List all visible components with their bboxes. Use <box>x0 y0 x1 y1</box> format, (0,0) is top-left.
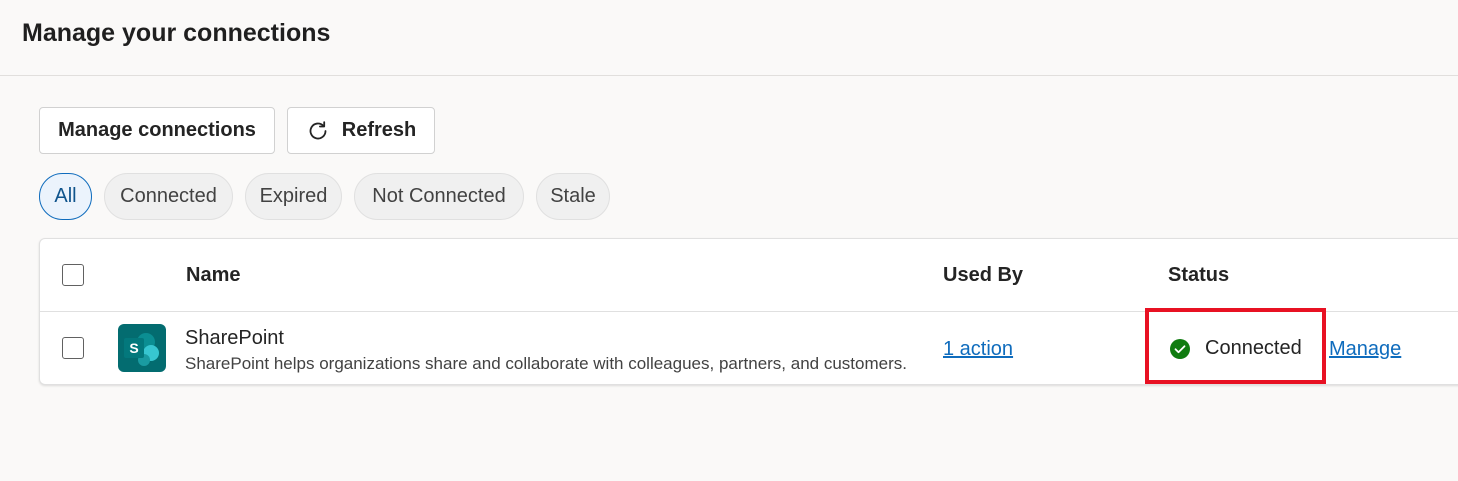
page-header: Manage your connections <box>0 0 1458 76</box>
filter-stale-label: Stale <box>550 185 596 207</box>
page-title: Manage your connections <box>22 19 331 47</box>
manage-connections-label: Manage connections <box>58 119 256 141</box>
filter-connected-label: Connected <box>120 185 217 207</box>
refresh-button[interactable]: Refresh <box>287 107 435 154</box>
table-header-row: Name Used By Status <box>40 239 1458 312</box>
filter-all-label: All <box>54 185 77 207</box>
refresh-label: Refresh <box>341 119 417 141</box>
column-header-used-by[interactable]: Used By <box>943 264 1023 287</box>
connection-name: SharePoint <box>185 327 284 349</box>
filter-stale[interactable]: Stale <box>536 173 610 220</box>
manage-link[interactable]: Manage <box>1329 338 1401 361</box>
column-header-name[interactable]: Name <box>186 264 240 287</box>
svg-text:S: S <box>129 340 138 356</box>
row-select-checkbox[interactable] <box>62 337 84 359</box>
used-by-link[interactable]: 1 action <box>943 338 1013 361</box>
status-highlight-box <box>1145 308 1326 384</box>
sharepoint-icon: S <box>118 324 166 372</box>
select-all-checkbox[interactable] <box>62 264 84 286</box>
manage-connections-button[interactable]: Manage connections <box>39 107 275 154</box>
column-header-status[interactable]: Status <box>1168 264 1229 287</box>
connection-description: SharePoint helps organizations share and… <box>185 354 907 373</box>
filter-all[interactable]: All <box>39 173 92 220</box>
filter-expired[interactable]: Expired <box>245 173 342 220</box>
filter-not-connected[interactable]: Not Connected <box>354 173 524 220</box>
filter-not-connected-label: Not Connected <box>372 185 506 207</box>
filter-expired-label: Expired <box>259 185 328 207</box>
filter-connected[interactable]: Connected <box>104 173 233 220</box>
refresh-icon <box>309 120 327 139</box>
